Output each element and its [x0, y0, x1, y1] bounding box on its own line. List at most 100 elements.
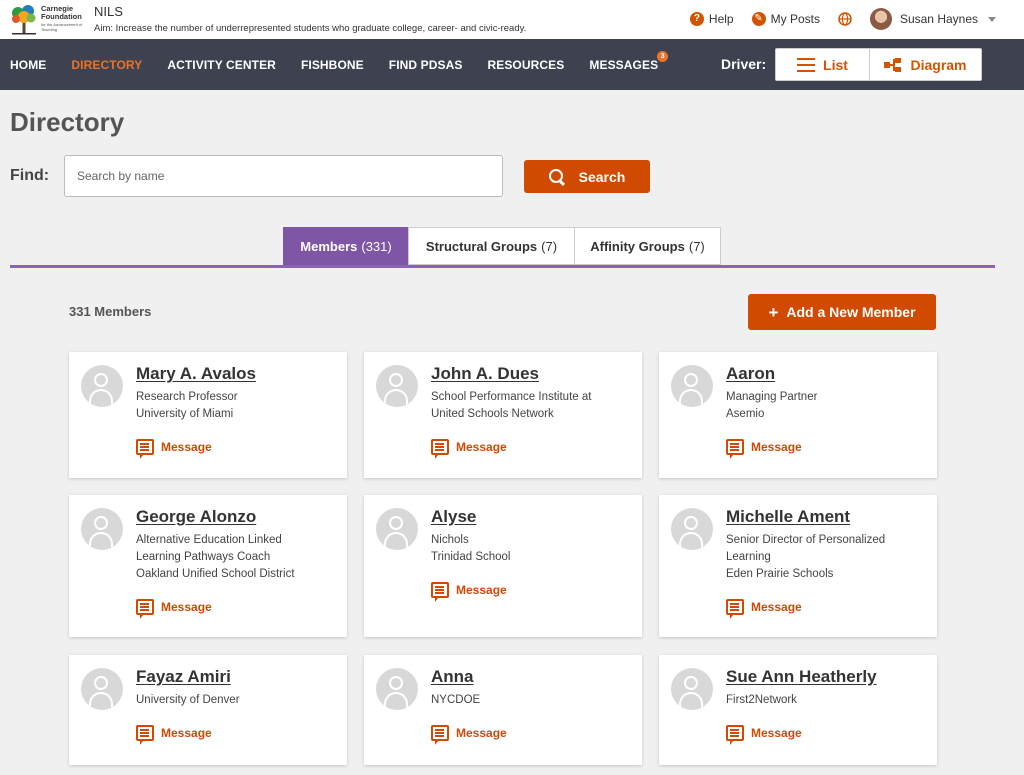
search-button[interactable]: Search	[524, 160, 650, 193]
member-name-link[interactable]: Anna	[431, 667, 474, 687]
member-name-link[interactable]: George Alonzo	[136, 507, 256, 527]
user-menu[interactable]: Susan Haynes	[869, 8, 996, 30]
add-member-label: Add a New Member	[786, 304, 916, 320]
my-posts-label: My Posts	[770, 12, 820, 26]
member-card: Mary A. Avalos Research Professor Univer…	[69, 352, 347, 478]
tab-affinity-groups[interactable]: Affinity Groups (7)	[574, 227, 721, 265]
message-icon	[136, 439, 154, 459]
chevron-down-icon	[988, 16, 996, 22]
member-detail: Nichols	[431, 534, 469, 546]
search-icon	[548, 168, 565, 185]
member-name-link[interactable]: Michelle Ament	[726, 507, 850, 527]
message-button[interactable]: Message	[431, 725, 507, 745]
member-card: George Alonzo Alternative Education Link…	[69, 495, 347, 637]
logo-subtitle: for the Advancement of Teaching	[41, 22, 83, 32]
member-detail: Learning Pathways Coach	[136, 551, 271, 563]
member-card: Sue Ann Heatherly First2Network Message	[659, 655, 937, 765]
member-card: Fayaz Amiri University of Denver Message	[69, 655, 347, 765]
member-detail: Learning	[726, 551, 771, 563]
message-button[interactable]: Message	[431, 582, 507, 602]
member-detail: Research Professor	[136, 391, 238, 403]
top-bar: Carnegie Foundation for the Advancement …	[0, 0, 1024, 39]
avatar	[81, 668, 123, 710]
message-icon	[431, 439, 449, 459]
tab-divider	[10, 265, 995, 268]
message-icon	[136, 599, 154, 619]
tab-members-label: Members	[300, 238, 358, 254]
tab-structural-groups-count: (7)	[541, 238, 558, 254]
help-label: Help	[708, 12, 734, 26]
nav-messages[interactable]: MESSAGES 3	[589, 50, 669, 72]
user-avatar	[869, 8, 892, 30]
driver-list-button[interactable]: List	[776, 49, 870, 80]
tab-members-count: (331)	[361, 238, 392, 254]
member-name-link[interactable]: Aaron	[726, 364, 775, 384]
language-button[interactable]	[838, 12, 852, 26]
member-detail: Senior Director of Personalized	[726, 534, 886, 546]
message-icon	[136, 725, 154, 745]
member-name-link[interactable]: Alyse	[431, 507, 476, 527]
avatar	[376, 365, 418, 407]
message-label: Message	[751, 600, 802, 614]
member-name-link[interactable]: Sue Ann Heatherly	[726, 667, 877, 687]
member-card: Anna NYCDOE Message	[364, 655, 642, 765]
driver-diagram-button[interactable]: Diagram	[870, 49, 981, 80]
member-detail: United Schools Network	[431, 408, 554, 420]
message-button[interactable]: Message	[726, 439, 802, 459]
message-icon	[431, 725, 449, 745]
aim-statement: Aim: Increase the number of underreprese…	[94, 23, 527, 34]
message-button[interactable]: Message	[136, 599, 212, 619]
member-name-link[interactable]: Mary A. Avalos	[136, 364, 256, 384]
message-label: Message	[456, 440, 507, 454]
nav-fishbone[interactable]: FISHBONE	[301, 58, 364, 72]
message-icon	[431, 582, 449, 602]
message-label: Message	[161, 726, 212, 740]
nav-find-pdsas[interactable]: FIND PDSAS	[389, 58, 463, 72]
add-member-button[interactable]: + Add a New Member	[748, 294, 936, 330]
nav-home[interactable]: HOME	[10, 58, 46, 72]
member-detail: Eden Prairie Schools	[726, 568, 834, 580]
search-input[interactable]	[64, 155, 503, 197]
message-icon	[726, 599, 744, 619]
message-button[interactable]: Message	[431, 439, 507, 459]
message-label: Message	[751, 726, 802, 740]
member-detail: NYCDOE	[431, 694, 481, 706]
user-name: Susan Haynes	[899, 12, 978, 26]
help-link[interactable]: ? Help	[689, 12, 734, 26]
message-button[interactable]: Message	[136, 439, 212, 459]
driver-list-label: List	[823, 56, 848, 73]
message-button[interactable]: Message	[726, 725, 802, 745]
message-icon	[726, 725, 744, 745]
member-detail: Managing Partner	[726, 391, 818, 403]
carnegie-logo[interactable]: Carnegie Foundation for the Advancement …	[10, 3, 90, 36]
tab-affinity-groups-label: Affinity Groups	[590, 238, 685, 254]
member-card: John A. Dues School Performance Institut…	[364, 352, 642, 478]
avatar	[671, 508, 713, 550]
driver-view-toggle: List Diagram	[775, 48, 982, 81]
nav-directory[interactable]: DIRECTORY	[71, 58, 142, 72]
avatar	[81, 508, 123, 550]
member-name-link[interactable]: Fayaz Amiri	[136, 667, 231, 687]
pencil-icon: ✎	[751, 12, 766, 26]
plus-icon: +	[768, 302, 779, 322]
nav-resources[interactable]: RESOURCES	[487, 58, 564, 72]
member-card: Michelle Ament Senior Director of Person…	[659, 495, 937, 637]
find-label: Find:	[10, 167, 50, 184]
my-posts-link[interactable]: ✎ My Posts	[751, 12, 820, 26]
nav-activity-center[interactable]: ACTIVITY CENTER	[167, 58, 276, 72]
member-detail: Alternative Education Linked	[136, 534, 282, 546]
member-name-link[interactable]: John A. Dues	[431, 364, 539, 384]
tree-icon	[12, 5, 36, 35]
globe-icon	[838, 12, 852, 26]
tab-structural-groups[interactable]: Structural Groups (7)	[408, 227, 575, 265]
member-detail: School Performance Institute at	[431, 391, 592, 403]
message-button[interactable]: Message	[136, 725, 212, 745]
message-button[interactable]: Message	[726, 599, 802, 619]
tab-structural-groups-label: Structural Groups	[425, 238, 538, 254]
message-icon	[726, 439, 744, 459]
member-detail: Asemio	[726, 408, 765, 420]
tab-members[interactable]: Members (331)	[283, 227, 409, 265]
help-icon: ?	[689, 12, 704, 26]
message-label: Message	[161, 440, 212, 454]
member-detail: Trinidad School	[431, 551, 511, 563]
